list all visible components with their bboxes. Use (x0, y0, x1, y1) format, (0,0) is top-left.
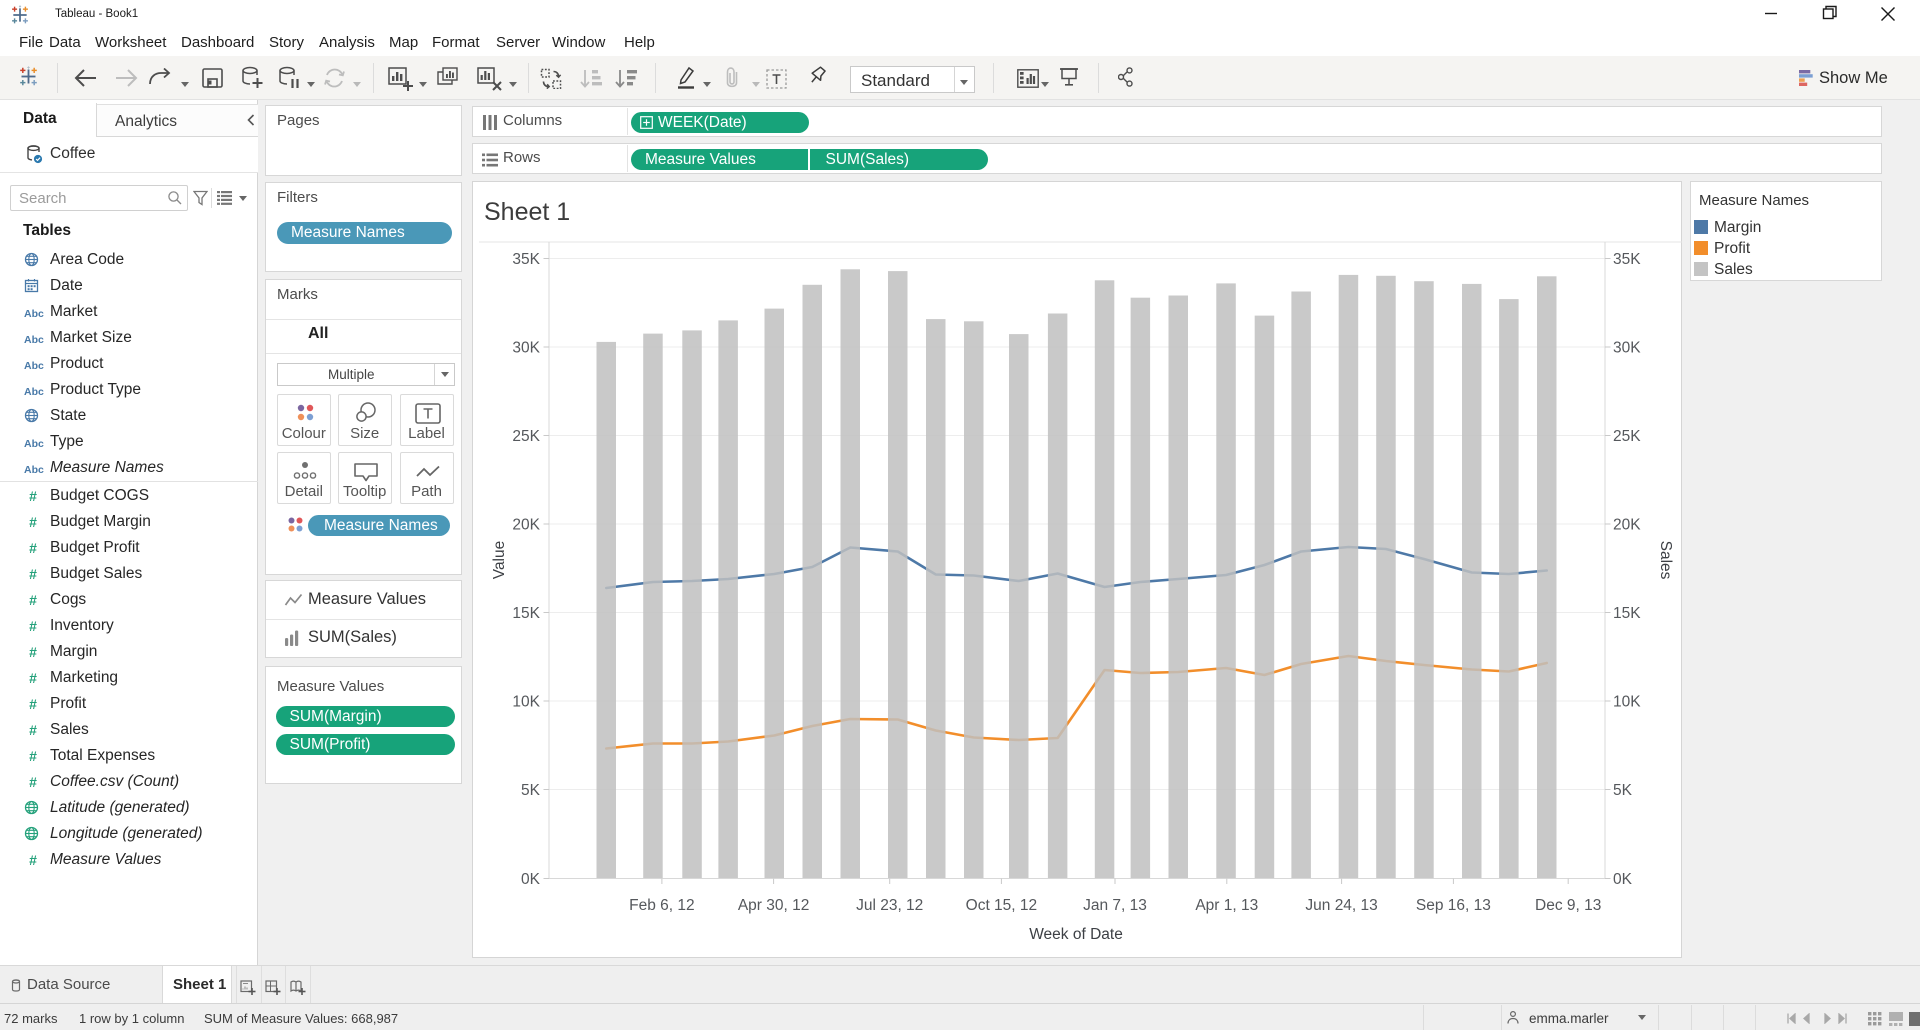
svg-text:Week of Date: Week of Date (1029, 926, 1123, 943)
svg-text:30K: 30K (1613, 340, 1641, 357)
svg-text:0K: 0K (521, 871, 541, 888)
svg-text:Dec 9, 13: Dec 9, 13 (1535, 897, 1601, 914)
svg-text:Apr 1, 13: Apr 1, 13 (1195, 897, 1258, 914)
svg-text:30K: 30K (512, 340, 540, 357)
svg-text:15K: 15K (1613, 605, 1641, 622)
svg-text:20K: 20K (1613, 517, 1641, 534)
svg-text:Jul 23, 12: Jul 23, 12 (856, 897, 923, 914)
svg-text:Jun 24, 13: Jun 24, 13 (1305, 897, 1377, 914)
svg-text:25K: 25K (1613, 428, 1641, 445)
svg-text:Apr 30, 12: Apr 30, 12 (738, 897, 810, 914)
svg-text:10K: 10K (512, 694, 540, 711)
svg-text:10K: 10K (1613, 694, 1641, 711)
svg-text:35K: 35K (512, 251, 540, 268)
svg-text:35K: 35K (1613, 251, 1641, 268)
svg-text:25K: 25K (512, 428, 540, 445)
svg-text:Sep 16, 13: Sep 16, 13 (1416, 897, 1491, 914)
svg-text:5K: 5K (1613, 782, 1633, 799)
svg-text:Feb 6, 12: Feb 6, 12 (629, 897, 695, 914)
svg-text:20K: 20K (512, 517, 540, 534)
svg-text:5K: 5K (521, 782, 541, 799)
svg-text:15K: 15K (512, 605, 540, 622)
svg-text:Jan 7, 13: Jan 7, 13 (1083, 897, 1147, 914)
svg-text:Value: Value (491, 541, 508, 580)
svg-text:Oct 15, 12: Oct 15, 12 (966, 897, 1038, 914)
svg-text:Sales: Sales (1657, 541, 1674, 580)
svg-text:0K: 0K (1613, 871, 1633, 888)
